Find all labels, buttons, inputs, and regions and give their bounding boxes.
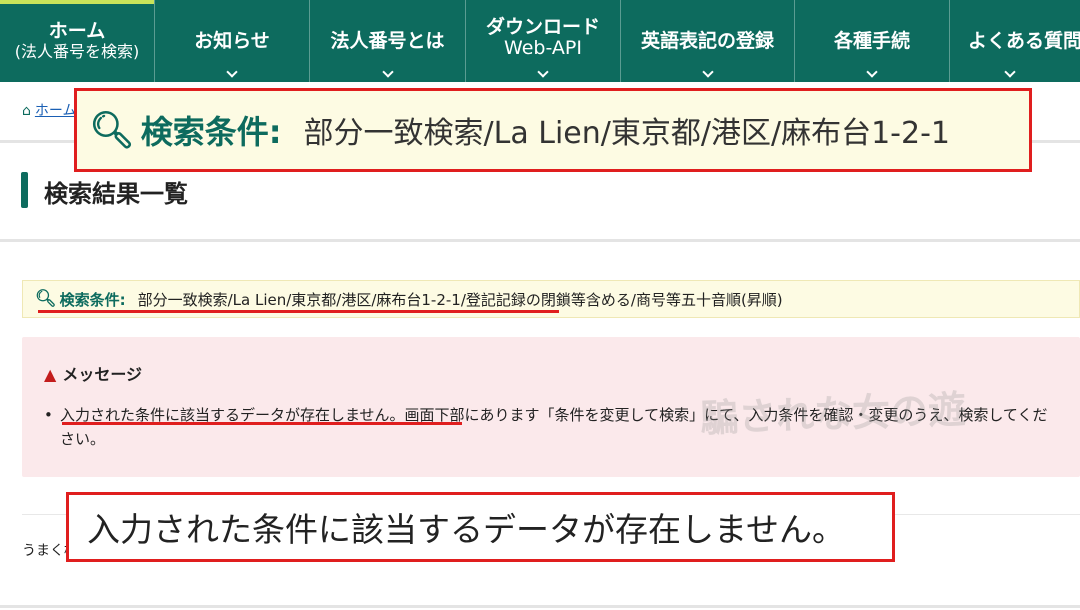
highlight-underline [38,310,559,313]
highlight-underline [62,422,462,425]
nav-item-download-sub: Web-API [504,37,582,59]
nav-item-news[interactable]: お知らせ [155,0,310,82]
nav-item-about[interactable]: 法人番号とは [310,0,466,82]
nav-item-home[interactable]: ホーム (法人番号を検索) [0,0,155,82]
home-icon: ⌂ [22,103,31,119]
nav-item-procedures-label: 各種手続 [833,30,910,52]
heading-accent-bar [21,172,28,208]
chevron-down-icon [866,66,878,78]
message-callout: 入力された条件に該当するデータが存在しません。 [66,492,895,562]
nav-item-english-registration[interactable]: 英語表記の登録 [621,0,795,82]
section-divider [0,605,1080,608]
nav-item-download[interactable]: ダウンロード Web-API [466,0,621,82]
nav-item-procedures[interactable]: 各種手続 [795,0,950,82]
search-icon: 🔍︎ [35,289,57,309]
bullet-icon: • [44,406,53,424]
search-condition-callout: 🔍︎ 検索条件: 部分一致検索/La Lien/東京都/港区/麻布台1-2-1 [74,88,1032,172]
watermark-logo: 騙されな女の遊 [699,387,967,441]
nav-item-english-label: 英語表記の登録 [640,30,774,52]
chevron-down-icon [701,66,714,78]
message-header: ▲ メッセージ [44,361,142,385]
breadcrumb-home-link[interactable]: ホーム [35,103,77,119]
nav-item-news-label: お知らせ [194,30,270,52]
nav-item-about-label: 法人番号とは [330,30,445,52]
nav-item-faq-label: よくある質問 [968,30,1080,52]
warning-icon: ▲ [44,365,57,384]
breadcrumb: ⌂ ホーム [22,100,76,120]
chevron-down-icon [226,66,238,78]
message-title: メッセージ [62,365,142,384]
chevron-down-icon [1004,66,1016,78]
nav-item-home-label: ホーム [48,20,106,42]
chevron-down-icon [381,66,394,78]
nav-item-download-label: ダウンロード [485,16,600,38]
search-condition-label: 検索条件: [59,290,126,309]
global-navigation: ホーム (法人番号を検索) お知らせ 法人番号とは ダウンロード Web-API… [0,0,1080,82]
nav-item-home-sub: (法人番号を検索) [14,42,140,61]
callout-message-text: 入力された条件に該当するデータが存在しません。 [87,510,846,549]
search-condition-value: 部分一致検索/La Lien/東京都/港区/麻布台1-2-1/登記記録の閉鎖等含… [137,290,783,309]
search-icon: 🔍︎ [89,110,135,151]
chevron-down-icon [537,66,549,78]
callout-condition-value: 部分一致検索/La Lien/東京都/港区/麻布台1-2-1 [303,116,951,151]
page-title: 検索結果一覧 [44,180,188,208]
callout-condition-label: 検索条件: [140,113,282,151]
nav-item-faq[interactable]: よくある質問 [950,0,1080,82]
